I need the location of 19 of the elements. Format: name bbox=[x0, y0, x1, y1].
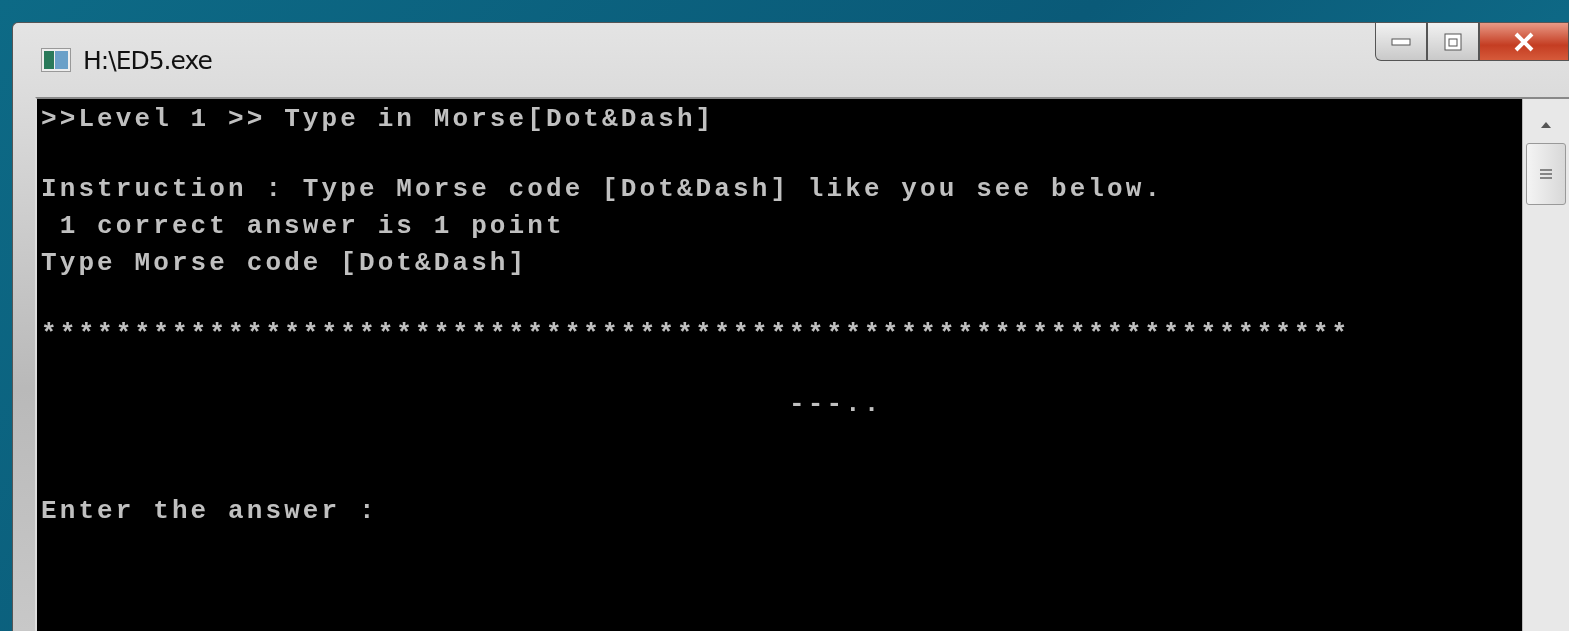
maximize-button[interactable] bbox=[1427, 23, 1479, 61]
scroll-thumb[interactable] bbox=[1526, 143, 1566, 205]
close-icon bbox=[1513, 31, 1535, 52]
scrollbar[interactable] bbox=[1522, 99, 1569, 631]
minimize-button[interactable] bbox=[1375, 23, 1427, 61]
morse-code-text: ---.. bbox=[789, 387, 883, 421]
close-button[interactable] bbox=[1479, 23, 1569, 61]
instruction-text: Instruction : Type Morse code [Dot&Dash] like you see below. bbox=[41, 173, 1164, 207]
console-app-icon bbox=[41, 48, 71, 72]
maximize-icon bbox=[1444, 32, 1462, 51]
scroll-up-icon[interactable] bbox=[1540, 121, 1552, 129]
separator-line: ********************************************************************** bbox=[41, 317, 1351, 351]
instruction-text: Type Morse code [Dot&Dash] bbox=[41, 247, 528, 281]
level-heading: >>Level 1 >> Type in Morse[Dot&Dash] bbox=[41, 103, 715, 136]
minimize-icon bbox=[1391, 37, 1411, 46]
answer-prompt: Enter the answer : bbox=[41, 495, 378, 529]
instruction-text: 1 correct answer is 1 point bbox=[59, 210, 565, 244]
grip-icon bbox=[1539, 168, 1553, 180]
window-title: H:\ED5.exe bbox=[83, 45, 212, 75]
